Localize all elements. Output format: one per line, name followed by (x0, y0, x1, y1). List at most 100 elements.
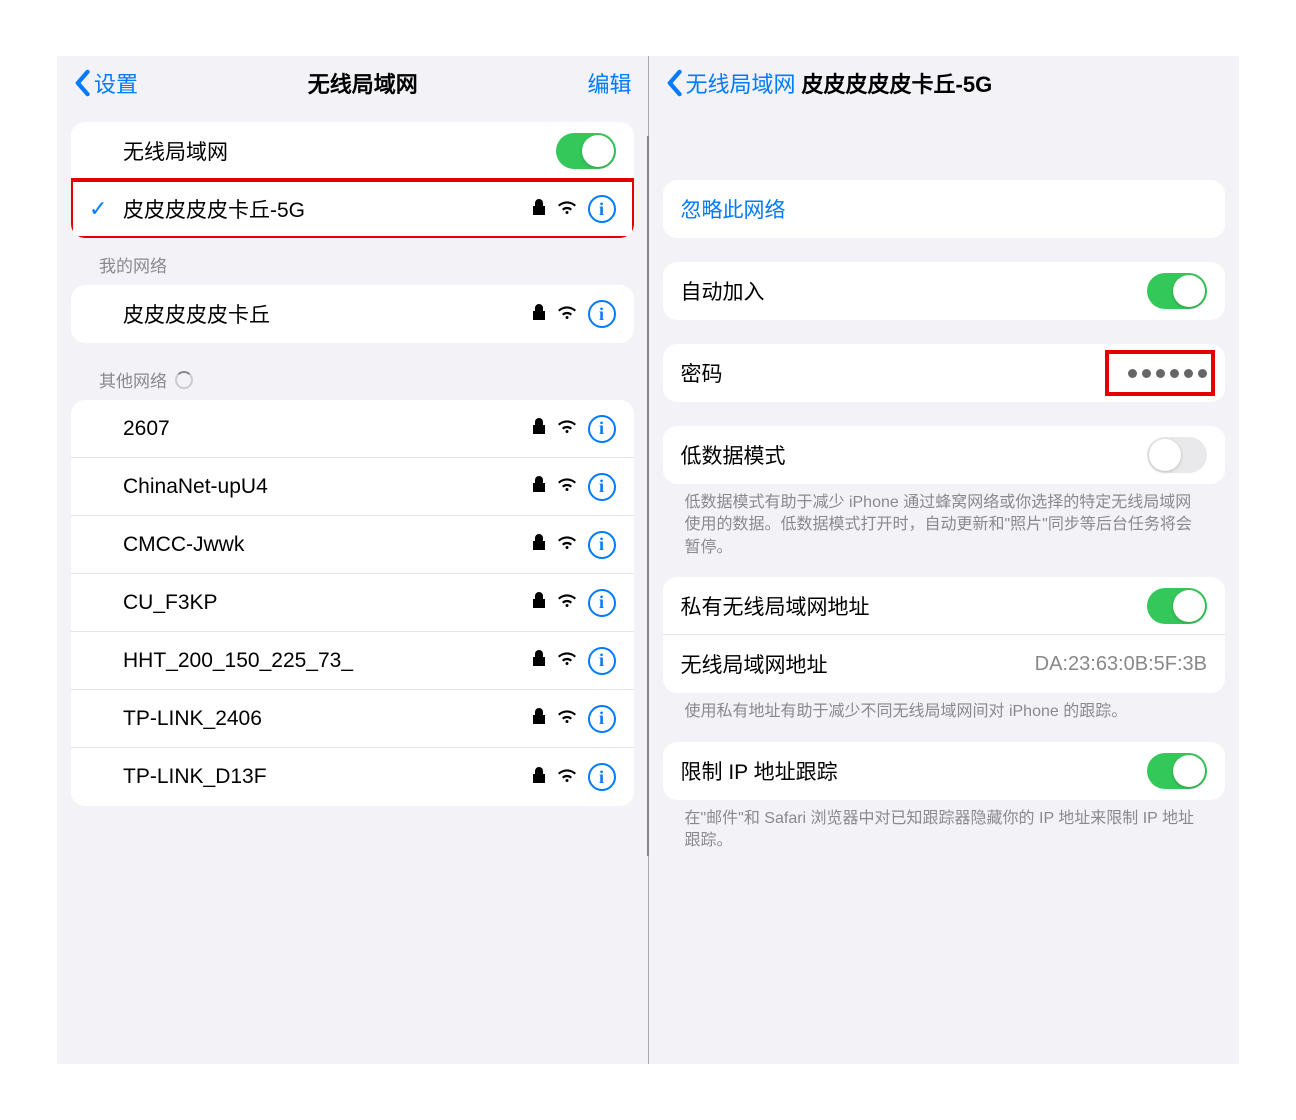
nav-title: 无线局域网 (138, 67, 587, 99)
info-button[interactable]: i (588, 195, 616, 223)
network-accessory: i (532, 531, 616, 559)
auto-join-group: 自动加入 (663, 262, 1226, 320)
lock-icon (532, 707, 546, 730)
network-accessory: i (532, 763, 616, 791)
wifi-icon (556, 649, 578, 672)
info-button[interactable]: i (588, 705, 616, 733)
wifi-icon (556, 707, 578, 730)
network-accessory: i (532, 300, 616, 328)
limit-ip-row: 限制 IP 地址跟踪 (663, 742, 1226, 800)
lock-icon (532, 591, 546, 614)
back-label: 设置 (94, 67, 138, 99)
back-button[interactable]: 设置 (73, 67, 138, 99)
my-networks-group: 皮皮皮皮皮卡丘 i (71, 285, 634, 343)
network-accessory: i (532, 647, 616, 675)
chevron-left-icon (73, 69, 91, 97)
limit-ip-footer: 在"邮件"和 Safari 浏览器中对已知跟踪器隐藏你的 IP 地址来限制 IP… (663, 808, 1226, 871)
limit-ip-toggle[interactable] (1147, 753, 1207, 789)
nav-title-right: 皮皮皮皮皮卡丘-5G (802, 67, 993, 99)
network-row[interactable]: CU_F3KP i (71, 574, 634, 632)
wifi-toggle-row: 无线局域网 (71, 122, 634, 180)
wifi-icon (556, 766, 578, 789)
low-data-footer: 低数据模式有助于减少 iPhone 通过蜂窝网络或你选择的特定无线局域网使用的数… (663, 492, 1226, 577)
wlan-addr-value: DA:23:63:0B:5F:3B (1035, 653, 1207, 676)
lock-icon (532, 649, 546, 672)
network-name: CU_F3KP (123, 591, 532, 615)
wifi-list-pane: 设置 无线局域网 编辑 无线局域网 ✓ 皮皮皮皮皮卡丘-5G i (57, 56, 649, 1064)
info-button[interactable]: i (588, 473, 616, 501)
chevron-left-icon (665, 69, 683, 97)
network-row[interactable]: ChinaNet-upU4 i (71, 458, 634, 516)
network-name: ChinaNet-upU4 (123, 475, 532, 499)
network-name: 2607 (123, 417, 532, 441)
network-accessory: i (532, 195, 616, 223)
network-row[interactable]: TP-LINK_D13F i (71, 748, 634, 806)
navbar-right: 无线局域网 皮皮皮皮皮卡丘-5G (649, 56, 1240, 110)
network-row[interactable]: CMCC-Jwwk i (71, 516, 634, 574)
info-button[interactable]: i (588, 531, 616, 559)
wlan-addr-label: 无线局域网地址 (681, 649, 1035, 679)
limit-ip-group: 限制 IP 地址跟踪 (663, 742, 1226, 800)
network-name: TP-LINK_2406 (123, 707, 532, 731)
info-button[interactable]: i (588, 589, 616, 617)
private-footer: 使用私有地址有助于减少不同无线局域网间对 iPhone 的跟踪。 (663, 701, 1226, 741)
password-dots (1128, 369, 1207, 378)
network-accessory: i (532, 415, 616, 443)
spinner-icon (175, 371, 193, 389)
navbar-left: 设置 无线局域网 编辑 (57, 56, 648, 110)
info-button[interactable]: i (588, 415, 616, 443)
private-addr-toggle[interactable] (1147, 588, 1207, 624)
auto-join-label: 自动加入 (681, 276, 1148, 306)
connected-network-name: 皮皮皮皮皮卡丘-5G (123, 194, 532, 224)
lock-icon (532, 198, 546, 221)
lock-icon (532, 417, 546, 440)
network-row[interactable]: TP-LINK_2406 i (71, 690, 634, 748)
password-group: 密码 (663, 344, 1226, 402)
low-data-group: 低数据模式 (663, 426, 1226, 484)
private-addr-label: 私有无线局域网地址 (681, 591, 1148, 621)
private-addr-group: 私有无线局域网地址 无线局域网地址 DA:23:63:0B:5F:3B (663, 577, 1226, 693)
info-button[interactable]: i (588, 647, 616, 675)
wifi-icon (556, 417, 578, 440)
lock-icon (532, 303, 546, 326)
network-name: HHT_200_150_225_73_ (123, 649, 532, 673)
network-accessory: i (532, 473, 616, 501)
info-button[interactable]: i (588, 300, 616, 328)
network-accessory: i (532, 705, 616, 733)
private-addr-row: 私有无线局域网地址 (663, 577, 1226, 635)
lock-icon (532, 475, 546, 498)
low-data-label: 低数据模式 (681, 440, 1148, 470)
network-accessory: i (532, 589, 616, 617)
wlan-addr-row: 无线局域网地址 DA:23:63:0B:5F:3B (663, 635, 1226, 693)
wifi-toggle-label: 无线局域网 (123, 136, 556, 166)
network-name: 皮皮皮皮皮卡丘 (123, 299, 532, 329)
wifi-icon (556, 591, 578, 614)
other-networks-group: 2607 i ChinaNet-upU4 i CMCC-Jwwk i CU_F3… (71, 400, 634, 806)
password-row[interactable]: 密码 (663, 344, 1226, 402)
info-button[interactable]: i (588, 763, 616, 791)
lock-icon (532, 533, 546, 556)
wifi-icon (556, 533, 578, 556)
wifi-detail-pane: 无线局域网 皮皮皮皮皮卡丘-5G 忽略此网络 自动加入 密码 (649, 56, 1240, 1064)
network-row[interactable]: 2607 i (71, 400, 634, 458)
network-name: TP-LINK_D13F (123, 765, 532, 789)
checkmark-icon: ✓ (89, 196, 111, 222)
wifi-toggle[interactable] (556, 133, 616, 169)
connected-network-row[interactable]: ✓ 皮皮皮皮皮卡丘-5G i (71, 180, 634, 238)
network-name: CMCC-Jwwk (123, 533, 532, 557)
wifi-icon (556, 475, 578, 498)
wifi-icon (556, 303, 578, 326)
forget-network-row[interactable]: 忽略此网络 (663, 180, 1226, 238)
back-button-right[interactable]: 无线局域网 (665, 67, 796, 99)
low-data-toggle[interactable] (1147, 437, 1207, 473)
network-row[interactable]: HHT_200_150_225_73_ i (71, 632, 634, 690)
forget-label: 忽略此网络 (681, 194, 1208, 224)
lock-icon (532, 766, 546, 789)
edit-button[interactable]: 编辑 (587, 67, 631, 99)
auto-join-row: 自动加入 (663, 262, 1226, 320)
network-row[interactable]: 皮皮皮皮皮卡丘 i (71, 285, 634, 343)
back-label-right: 无线局域网 (686, 67, 796, 99)
other-networks-header: 其他网络 (71, 367, 634, 400)
wifi-toggle-group: 无线局域网 ✓ 皮皮皮皮皮卡丘-5G i (71, 122, 634, 238)
auto-join-toggle[interactable] (1147, 273, 1207, 309)
